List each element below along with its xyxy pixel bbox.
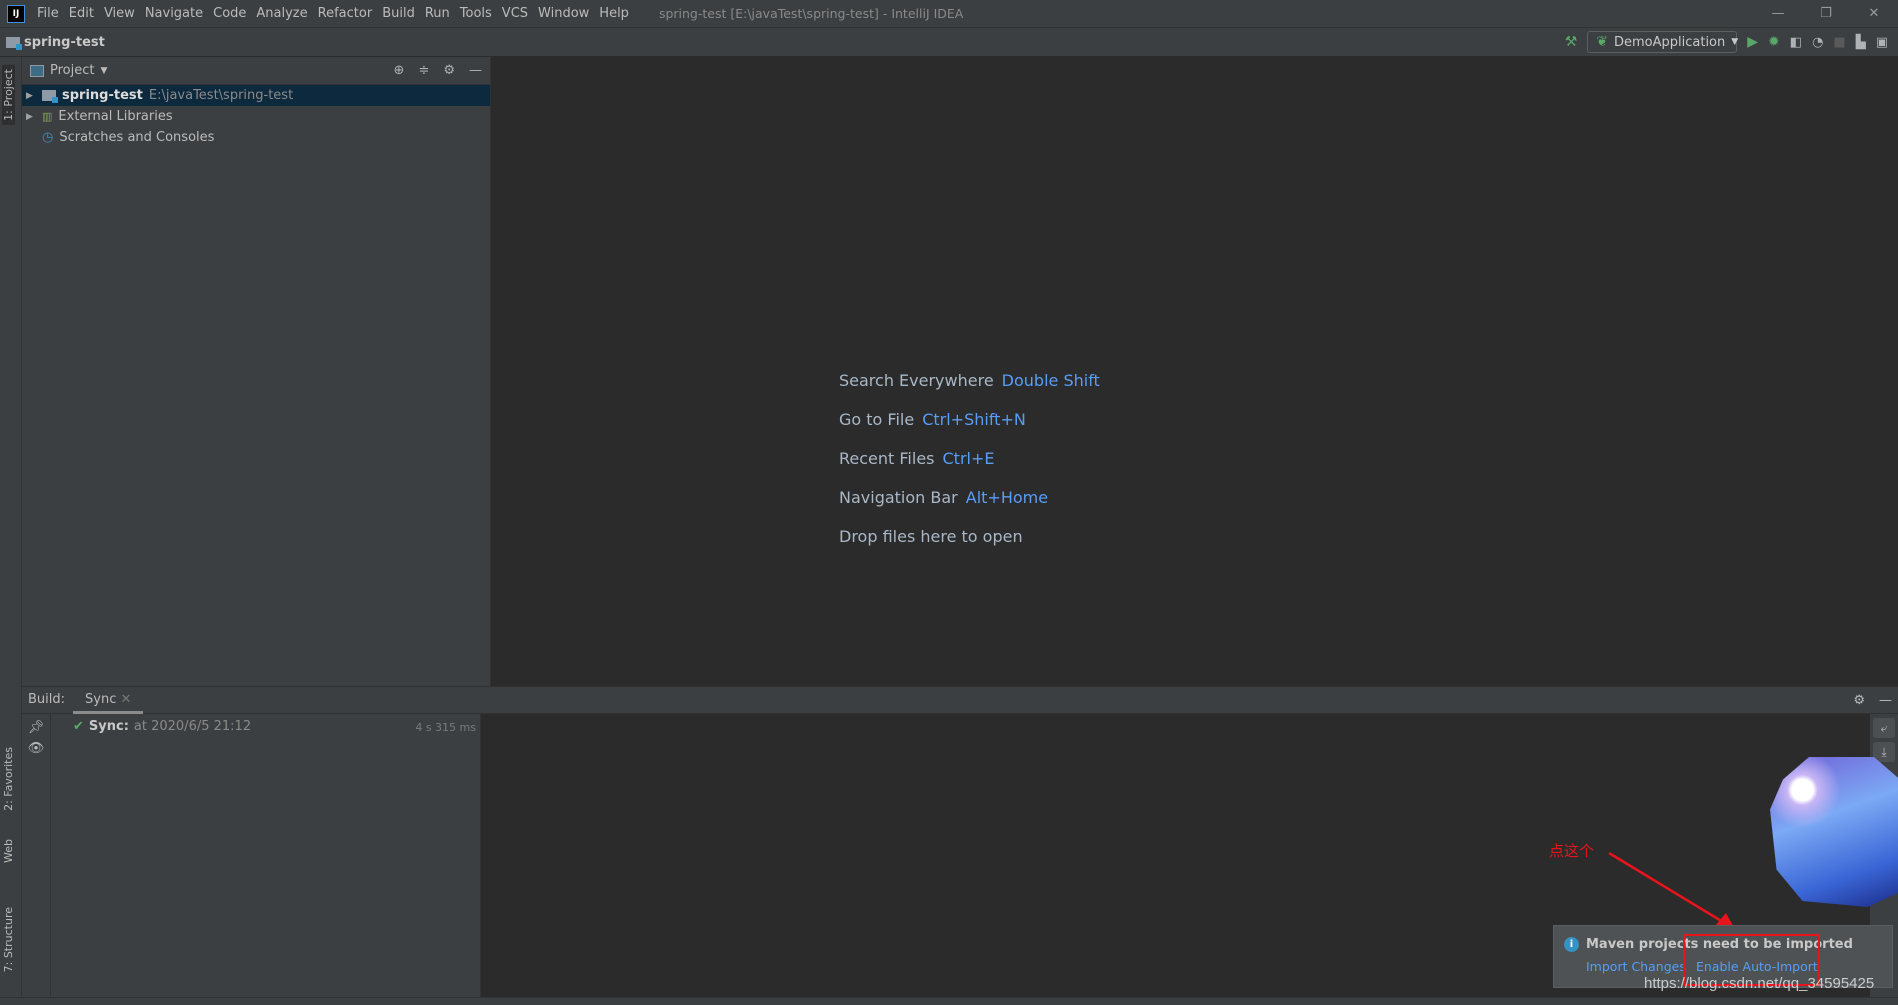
menu-code[interactable]: Code <box>213 6 246 21</box>
hide-icon[interactable]: — <box>469 63 482 78</box>
expand-arrow-icon[interactable]: ▶ <box>26 112 42 122</box>
tree-item-label: Scratches and Consoles <box>59 130 215 145</box>
tree-item-label: External Libraries <box>58 109 173 124</box>
tab-favorites[interactable]: 2: Favorites <box>2 747 15 811</box>
sync-label: Sync: <box>88 719 129 734</box>
module-folder-icon <box>42 90 58 103</box>
build-label: Build: <box>28 692 66 707</box>
build-hammer-icon[interactable]: ⚒ <box>1565 34 1578 50</box>
tree-item-scratches[interactable]: ◷ Scratches and Consoles <box>22 127 490 148</box>
project-view-select[interactable]: Project <box>50 63 94 78</box>
stop-icon[interactable]: ■ <box>1833 35 1845 50</box>
hide-icon[interactable]: — <box>1879 693 1892 708</box>
menu-run[interactable]: Run <box>425 6 450 21</box>
project-structure-icon[interactable]: ▙ <box>1856 35 1866 50</box>
spring-boot-icon: ❦ <box>1596 34 1608 50</box>
project-panel: Project ▼ ⊕ ≑ ⚙ — ▶ spring-test E:\javaT… <box>22 57 491 686</box>
chevron-down-icon[interactable]: ▼ <box>100 66 107 76</box>
hint-drop-files: Drop files here to open <box>839 527 1023 546</box>
breadcrumb[interactable]: spring-test <box>6 35 105 50</box>
soft-wrap-icon[interactable]: ⤶ <box>1873 718 1895 738</box>
gear-icon[interactable]: ⚙ <box>1853 693 1865 708</box>
terminal-icon[interactable]: ▣ <box>1876 35 1888 50</box>
menu-bar: IJ File Edit View Navigate Code Analyze … <box>0 0 1898 28</box>
success-check-icon: ✔ <box>73 719 84 734</box>
watermark: https://blog.csdn.net/qq_34595425 <box>1644 975 1875 992</box>
window-title: spring-test [E:\javaTest\spring-test] - … <box>658 6 964 21</box>
navigation-bar: spring-test ⚒ ❦ DemoApplication ▼ ▶ ✹ ◧ … <box>0 28 1898 57</box>
build-tool-header: Build: Sync ✕ ⚙ — <box>22 686 1898 714</box>
menu-tools[interactable]: Tools <box>460 6 492 21</box>
menu-vcs[interactable]: VCS <box>502 6 528 21</box>
menu-refactor[interactable]: Refactor <box>318 6 373 21</box>
info-icon: i <box>1564 937 1579 952</box>
tree-item-external-libraries[interactable]: ▶ ▥ External Libraries <box>22 106 490 127</box>
menu-navigate[interactable]: Navigate <box>145 6 203 21</box>
project-folder-icon <box>6 36 22 50</box>
minimize-icon[interactable]: — <box>1754 0 1802 28</box>
restore-icon[interactable]: ❐ <box>1802 0 1850 28</box>
profile-icon[interactable]: ◔ <box>1812 35 1823 50</box>
tree-item-label: spring-test <box>62 88 143 103</box>
tree-item-path: E:\javaTest\spring-test <box>148 88 294 103</box>
run-configuration-select[interactable]: ❦ DemoApplication ▼ <box>1587 31 1739 53</box>
close-tab-icon[interactable]: ✕ <box>121 692 132 707</box>
decorative-avatar-image <box>1770 757 1898 907</box>
gear-icon[interactable]: ⚙ <box>443 63 455 78</box>
project-view-icon <box>30 64 44 77</box>
sync-row[interactable]: ✔ Sync: at 2020/6/5 21:12 <box>73 719 251 734</box>
tab-structure[interactable]: 7: Structure <box>2 907 15 972</box>
menu-edit[interactable]: Edit <box>69 6 94 21</box>
tree-item-spring-test[interactable]: ▶ spring-test E:\javaTest\spring-test <box>22 85 490 106</box>
breadcrumb-project: spring-test <box>24 34 105 50</box>
tab-web[interactable]: Web <box>2 839 15 863</box>
menu-view[interactable]: View <box>104 6 135 21</box>
intellij-logo: IJ <box>7 4 25 23</box>
close-icon[interactable]: ✕ <box>1850 0 1898 28</box>
eye-icon[interactable]: 👁︎ <box>22 741 50 756</box>
menu-window[interactable]: Window <box>538 6 589 21</box>
status-bar <box>0 997 1898 1005</box>
tab-project[interactable]: 1: Project <box>2 65 15 125</box>
menu-help[interactable]: Help <box>599 6 629 21</box>
build-gutter: 📌︎ 👁︎ <box>22 714 51 997</box>
hint-go-to-file: Go to File Ctrl+Shift+N <box>839 410 1026 429</box>
sync-duration: 4 s 315 ms <box>415 721 476 734</box>
debug-icon[interactable]: ✹ <box>1768 34 1780 50</box>
import-changes-link[interactable]: Import Changes <box>1586 959 1686 974</box>
annotation-text: 点这个 <box>1549 842 1595 860</box>
run-config-label: DemoApplication <box>1613 34 1726 50</box>
locate-icon[interactable]: ⊕ <box>394 63 405 78</box>
editor-empty-state: Search Everywhere Double Shift Go to File… <box>491 57 1898 686</box>
menu-build[interactable]: Build <box>382 6 415 21</box>
expand-arrow-icon[interactable]: ▶ <box>26 91 42 101</box>
sync-time: at 2020/6/5 21:12 <box>133 719 252 734</box>
menu-analyze[interactable]: Analyze <box>256 6 307 21</box>
run-icon[interactable]: ▶ <box>1747 34 1758 50</box>
pin-icon[interactable]: 📌︎ <box>22 720 50 735</box>
menu-file[interactable]: File <box>37 6 59 21</box>
build-tree: ✔ Sync: at 2020/6/5 21:12 4 s 315 ms <box>51 714 481 997</box>
coverage-icon[interactable]: ◧ <box>1790 35 1802 50</box>
scratches-icon: ◷ <box>42 130 54 145</box>
left-tool-strip: 1: Project 2: Favorites Web 7: Structure <box>0 57 22 997</box>
hint-navigation-bar: Navigation Bar Alt+Home <box>839 488 1049 507</box>
hint-recent-files: Recent Files Ctrl+E <box>839 449 995 468</box>
collapse-all-icon[interactable]: ≑ <box>418 63 429 78</box>
chevron-down-icon: ▼ <box>1731 37 1739 47</box>
hint-search-everywhere: Search Everywhere Double Shift <box>839 371 1100 390</box>
tab-sync[interactable]: Sync ✕ <box>73 686 144 714</box>
library-icon: ▥ <box>42 110 53 123</box>
